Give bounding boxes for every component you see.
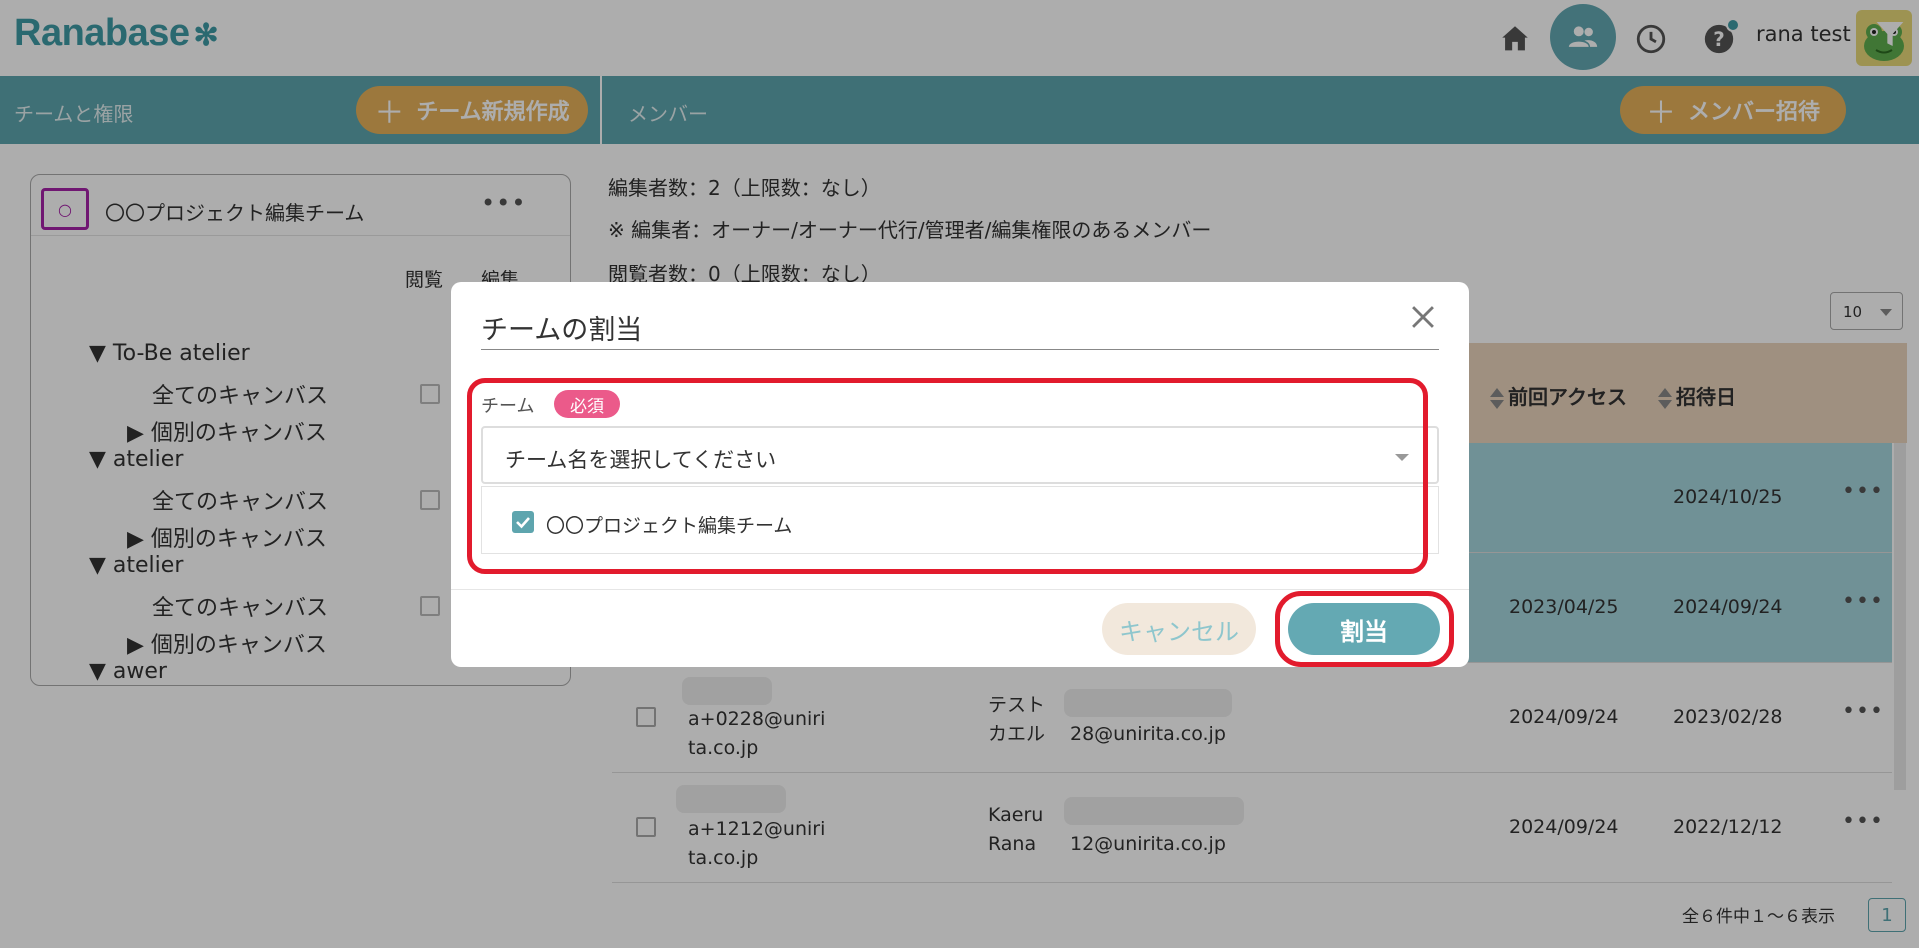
team-select[interactable]: チーム名を選択してください — [481, 426, 1439, 484]
team-option-label: 〇〇プロジェクト編集チーム — [546, 515, 793, 537]
close-icon[interactable] — [1406, 300, 1440, 334]
divider — [481, 349, 1439, 350]
assign-button[interactable]: 割当 — [1288, 603, 1440, 655]
checkbox-checked-icon[interactable] — [512, 511, 534, 533]
required-badge: 必須 — [554, 390, 620, 418]
chevron-down-icon — [1395, 454, 1409, 461]
team-option[interactable]: 〇〇プロジェクト編集チーム — [481, 486, 1439, 554]
divider — [451, 589, 1469, 590]
team-select-placeholder: チーム名を選択してください — [505, 448, 777, 472]
team-field-label: チーム — [481, 396, 535, 417]
assign-team-dialog: チームの割当 チーム 必須 チーム名を選択してください 〇〇プロジェクト編集チー… — [451, 282, 1469, 667]
cancel-button[interactable]: キャンセル — [1102, 603, 1256, 655]
dialog-title: チームの割当 — [481, 315, 643, 346]
